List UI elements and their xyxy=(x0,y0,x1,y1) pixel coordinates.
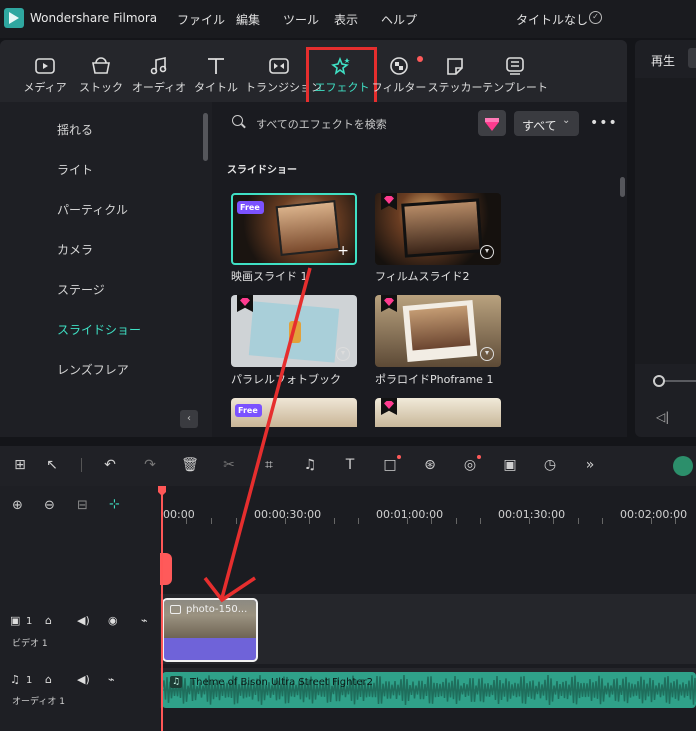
annotation-arrow xyxy=(203,267,312,603)
